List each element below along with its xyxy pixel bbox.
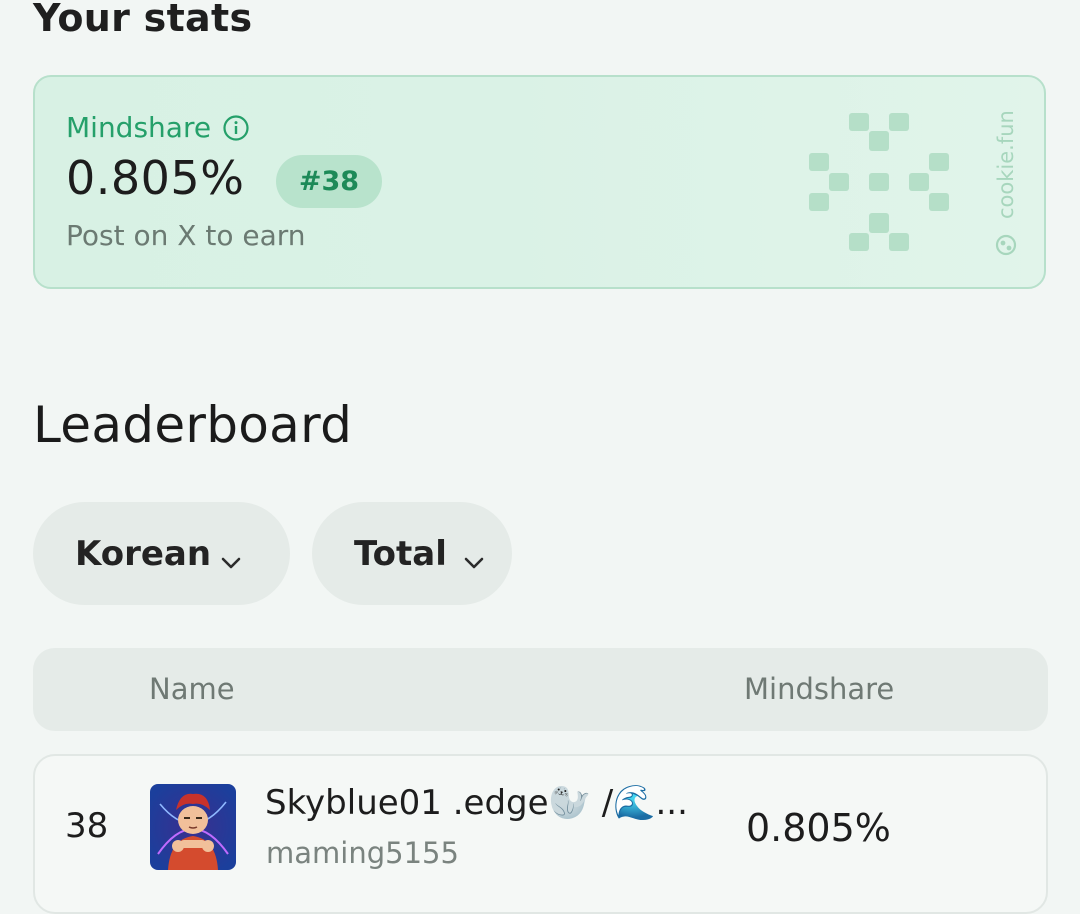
leaderboard-title: Leaderboard <box>33 396 353 454</box>
avatar[interactable] <box>150 784 236 870</box>
cookie-logo-icon <box>809 111 954 260</box>
column-header-name[interactable]: Name <box>149 672 235 706</box>
period-dropdown[interactable]: Total <box>312 502 512 605</box>
stats-card: Mindshare 0.805% #38 Post on X to earn c… <box>33 75 1046 289</box>
period-dropdown-value: Total <box>354 533 447 574</box>
row-mindshare: 0.805% <box>746 806 891 850</box>
row-rank: 38 <box>65 806 109 846</box>
leaderboard-table-header: Name Mindshare <box>33 648 1048 731</box>
stats-heading: Your stats <box>33 0 253 40</box>
rank-badge: #38 <box>276 155 382 208</box>
info-icon[interactable] <box>223 114 249 141</box>
language-dropdown[interactable]: Korean <box>33 502 290 605</box>
mindshare-label-group: Mindshare <box>66 111 249 144</box>
mindshare-value: 0.805% <box>66 151 245 205</box>
chevron-down-icon <box>220 543 242 569</box>
row-handle: maming5155 <box>266 836 459 870</box>
language-dropdown-value: Korean <box>75 533 212 574</box>
row-display-name: Skyblue01 .edge🦭 /🌊... <box>265 783 688 823</box>
brand-watermark: cookie.fun <box>991 107 1021 257</box>
chevron-down-icon <box>463 543 485 569</box>
brand-watermark-text: cookie.fun <box>994 110 1018 219</box>
earn-prompt: Post on X to earn <box>66 219 306 252</box>
mindshare-label: Mindshare <box>66 111 212 144</box>
column-header-mindshare[interactable]: Mindshare <box>744 672 894 706</box>
table-row[interactable]: 38 Skyblue01 .edge🦭 /🌊... maming5155 0.8… <box>33 754 1048 914</box>
